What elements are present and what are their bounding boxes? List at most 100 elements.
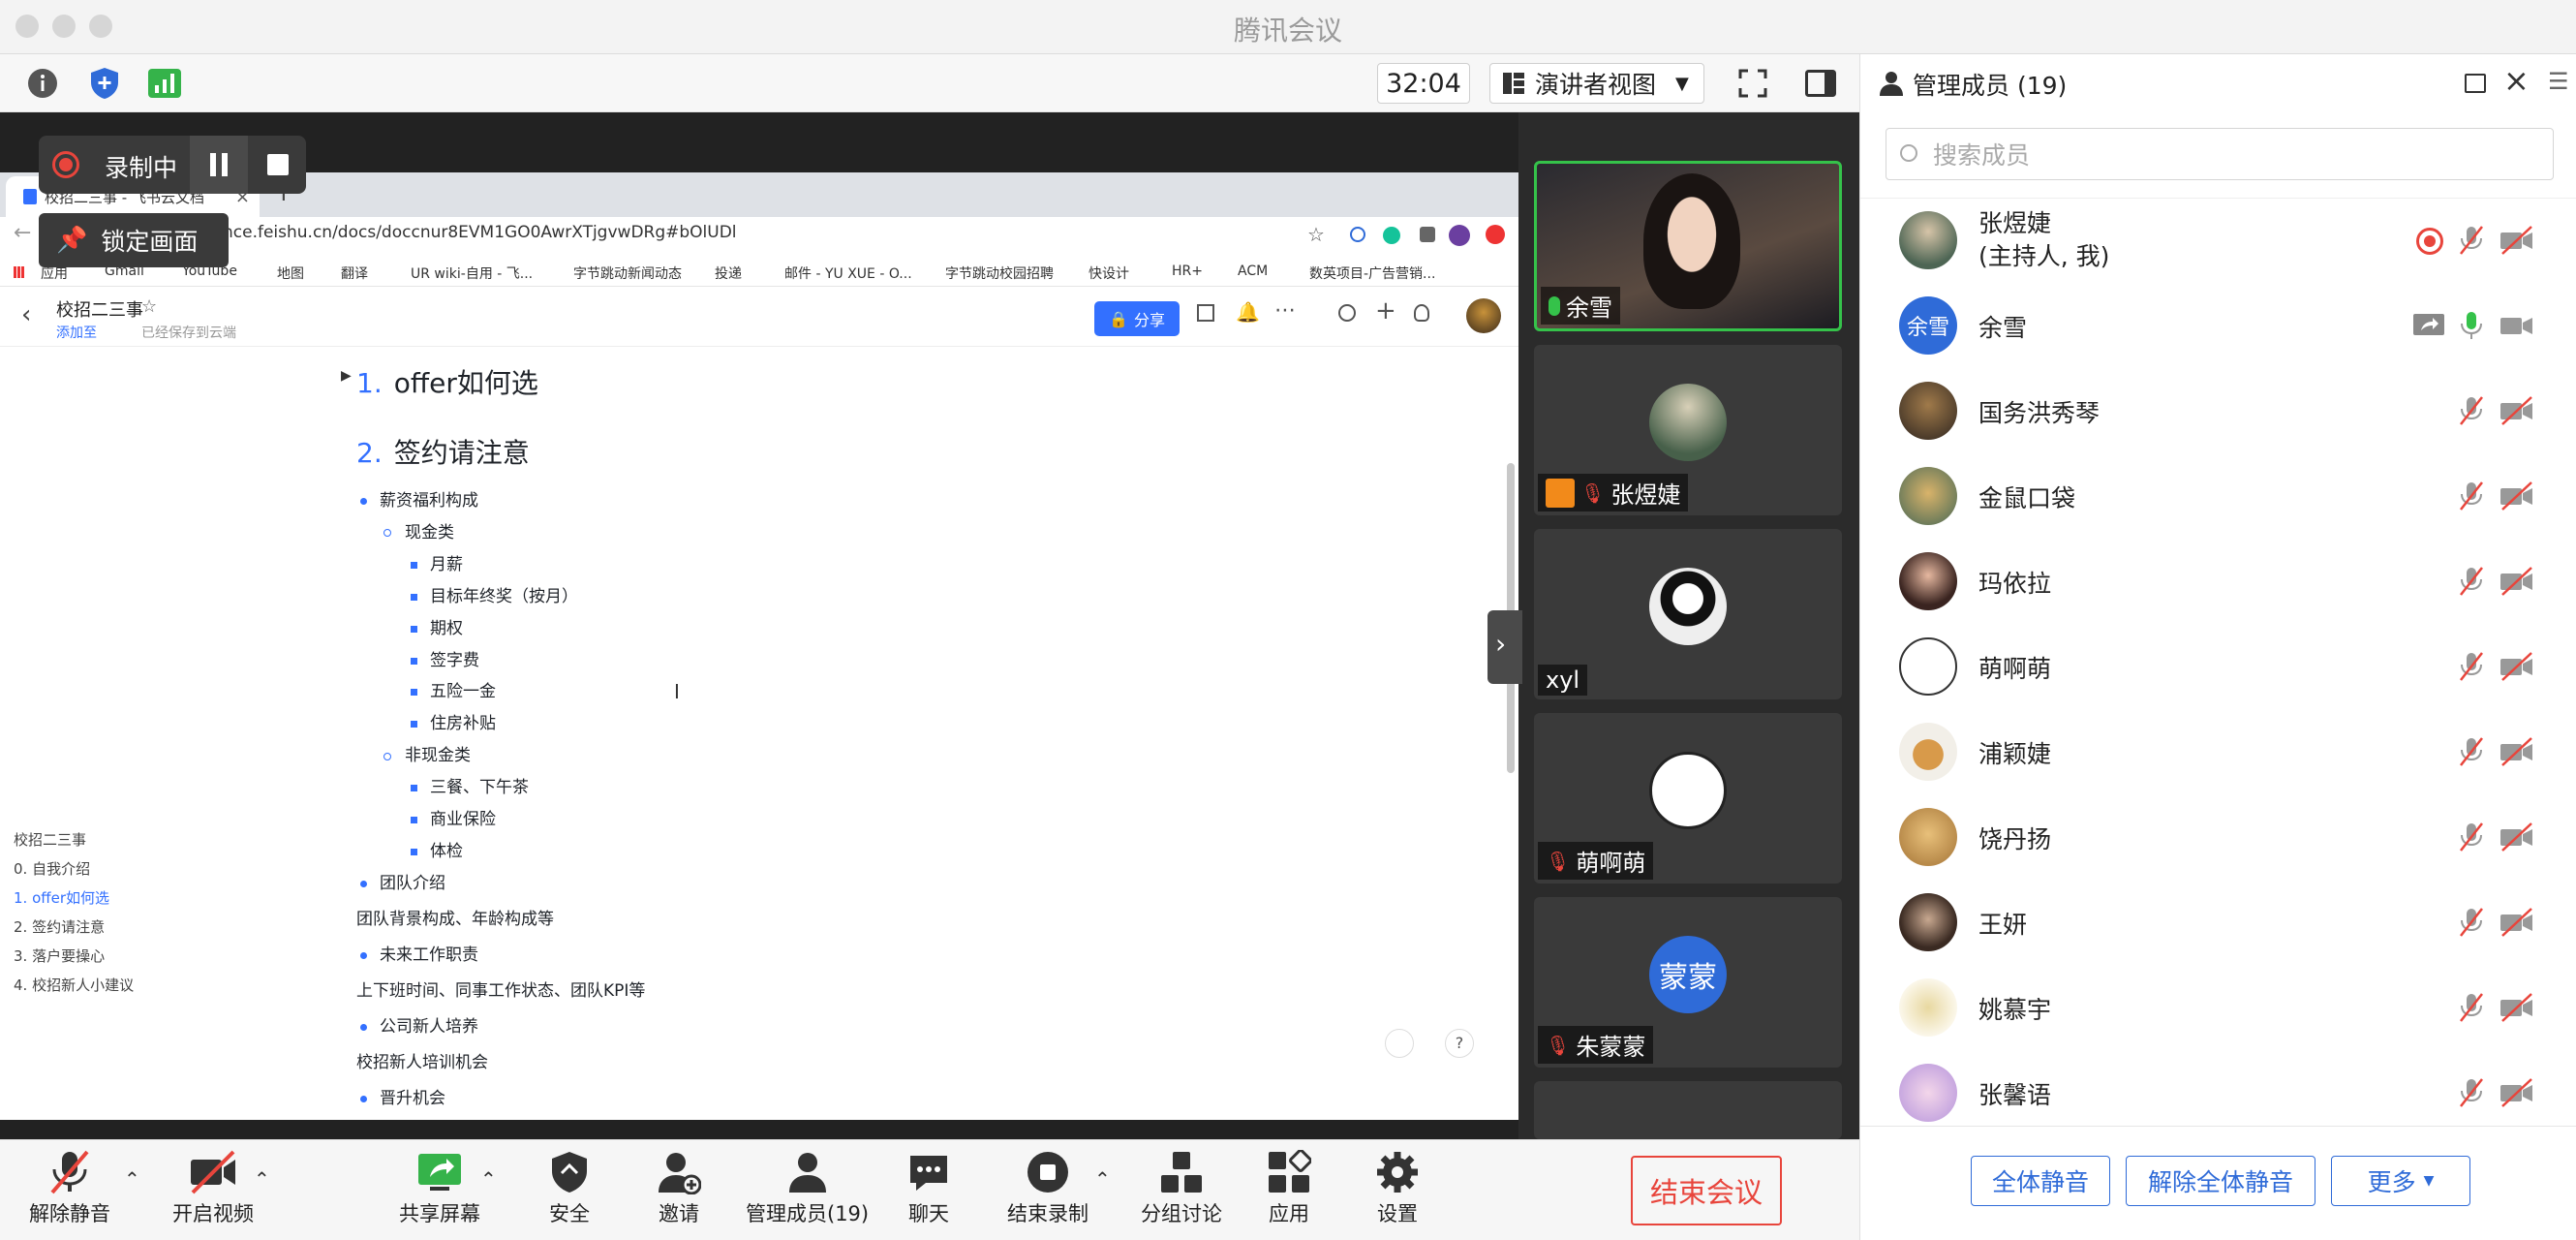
bookmark-item[interactable]: 数英项目-广告营销... [1309,264,1435,283]
video-tile[interactable]: 🎙 萌啊萌 [1534,713,1842,884]
video-tile-partial[interactable] [1534,1081,1842,1139]
mic-muted-icon[interactable] [2459,652,2484,681]
back-chevron-icon[interactable]: ‹ [21,300,31,329]
chevron-up-icon[interactable]: ⌃ [480,1167,497,1191]
mic-muted-icon[interactable] [2459,567,2484,596]
puzzle-extension-icon[interactable] [1420,227,1435,242]
video-tile[interactable]: 蒙蒙 🎙 朱蒙蒙 [1534,897,1842,1068]
view-mode-select[interactable]: 演讲者视图 ▼ [1489,63,1704,104]
stop-recording-toolbar-button[interactable]: 结束录制 [1007,1150,1089,1227]
chevron-up-icon[interactable]: ⌃ [254,1167,270,1191]
bell-icon[interactable]: 🔔 [1236,300,1260,324]
chat-button[interactable]: 聊天 [906,1150,951,1227]
mic-muted-icon[interactable] [2459,737,2484,766]
mic-muted-icon[interactable] [2459,822,2484,852]
close-icon[interactable]: × [2503,62,2530,99]
video-off-icon[interactable] [2499,226,2534,255]
video-tile-speaking[interactable]: 余雪 [1534,161,1842,331]
user-avatar[interactable] [1466,298,1501,333]
search-extension-icon[interactable] [1350,227,1365,242]
toc-item[interactable]: 2. 签约请注意 [14,916,105,937]
network-signal-icon[interactable] [145,64,184,103]
member-row[interactable]: 金鼠口袋 [1860,454,2576,540]
unmute-all-button[interactable]: 解除全体静音 [2126,1156,2315,1206]
settings-button[interactable]: 设置 [1375,1150,1420,1227]
favorite-star-icon[interactable]: ☆ [141,296,157,317]
more-options-button[interactable]: 更多 ▼ [2331,1156,2470,1206]
grammarly-extension-icon[interactable] [1383,227,1400,244]
bookmark-item[interactable]: HR+ [1172,264,1203,279]
member-row[interactable]: 姚慕宇 [1860,966,2576,1051]
bookmark-item[interactable]: 字节跳动校园招聘 [945,264,1054,283]
pause-recording-button[interactable] [190,136,248,194]
bookmark-item[interactable]: UR wiki-自用 - 飞... [411,264,533,283]
security-button[interactable]: 安全 [548,1150,591,1227]
mute-all-button[interactable]: 全体静音 [1971,1156,2110,1206]
video-off-icon[interactable] [2499,1078,2534,1107]
manage-members-button[interactable]: 管理成员(19) [746,1150,869,1227]
toc-item[interactable]: 校招二三事 [14,829,86,850]
toc-item-active[interactable]: 1. offer如何选 [14,887,109,908]
member-row[interactable]: 玛依拉 [1860,540,2576,625]
member-row[interactable]: 王妍 [1860,881,2576,966]
mic-muted-icon[interactable] [2459,908,2484,937]
add-to-folder-link[interactable]: 添加至 [56,323,97,342]
popout-icon[interactable] [2465,74,2486,93]
mic-muted-icon[interactable] [2459,481,2484,511]
red-extension-icon[interactable] [1486,225,1505,244]
collapse-video-strip-button[interactable]: › [1487,610,1522,684]
help-icon[interactable]: ? [1445,1029,1474,1058]
video-off-icon[interactable] [2499,481,2534,511]
start-video-button[interactable]: 开启视频 [172,1150,254,1227]
toc-item[interactable]: 0. 自我介绍 [14,858,90,879]
member-row[interactable]: 张煜婕 (主持人, 我) [1860,199,2576,284]
search-icon[interactable] [1338,304,1356,322]
bookmark-item[interactable]: 快设计 [1089,264,1129,283]
video-off-icon[interactable] [2499,908,2534,937]
member-row[interactable]: 萌啊萌 [1860,625,2576,710]
more-dots-icon[interactable]: ⋯ [1274,298,1296,323]
doc-title[interactable]: 校招二三事 [56,296,143,322]
chevron-up-icon[interactable]: ⌃ [1094,1167,1111,1191]
toc-item[interactable]: 4. 校招新人小建议 [14,975,134,995]
video-off-icon[interactable] [2499,396,2534,425]
bookmark-star-icon[interactable]: ☆ [1307,223,1325,246]
video-on-icon[interactable] [2499,311,2534,340]
member-row[interactable]: 饶丹扬 [1860,795,2576,881]
video-tile[interactable]: xyl [1534,529,1842,699]
member-search-input[interactable]: 搜索成员 [1886,128,2554,180]
bookmark-item[interactable]: ACM [1238,264,1268,279]
collapse-triangle-icon[interactable]: ▶ [341,368,352,384]
video-off-icon[interactable] [2499,567,2534,596]
security-shield-icon[interactable] [85,64,124,103]
sidebar-toggle-icon[interactable] [1801,64,1840,103]
menu-icon[interactable]: ☰ [2548,68,2569,95]
bookmark-item[interactable]: 地图 [277,264,304,283]
mic-on-icon[interactable] [2459,311,2484,340]
member-row[interactable]: 张馨语 [1860,1051,2576,1136]
url-text[interactable]: nce.feishu.cn/docs/doccnur8EVM1GO0AwrXTj… [223,223,737,242]
plus-icon[interactable]: + [1375,296,1396,326]
video-off-icon[interactable] [2499,822,2534,852]
meeting-info-icon[interactable] [23,64,62,103]
apps-button[interactable]: 应用 [1267,1150,1311,1227]
bookmark-item[interactable]: 字节跳动新闻动态 [573,264,682,283]
mic-muted-icon[interactable] [2459,396,2484,425]
member-row[interactable]: 国务洪秀琴 [1860,369,2576,454]
bookmark-item[interactable]: 翻译 [341,264,368,283]
back-arrow-icon[interactable]: ← [14,221,31,245]
unmute-button[interactable]: 解除静音 [29,1150,110,1227]
profile-extension-icon[interactable] [1449,225,1470,246]
lightbulb-icon[interactable] [1414,304,1429,322]
mic-muted-icon[interactable] [2459,1078,2484,1107]
video-off-icon[interactable] [2499,993,2534,1022]
member-row[interactable]: 余雪 余雪 [1860,284,2576,369]
share-screen-button[interactable]: 共享屏幕 [399,1150,480,1227]
video-off-icon[interactable] [2499,652,2534,681]
video-tile[interactable]: 🎙 张煜婕 [1534,345,1842,515]
bookmark-item[interactable]: 邮件 - YU XUE - O... [784,264,912,283]
breakout-rooms-button[interactable]: 分组讨论 [1141,1150,1222,1227]
comment-float-icon[interactable] [1385,1029,1414,1058]
member-row[interactable]: 浦颖婕 [1860,710,2576,795]
pin-screen-button[interactable]: 📌 锁定画面 [39,213,229,267]
